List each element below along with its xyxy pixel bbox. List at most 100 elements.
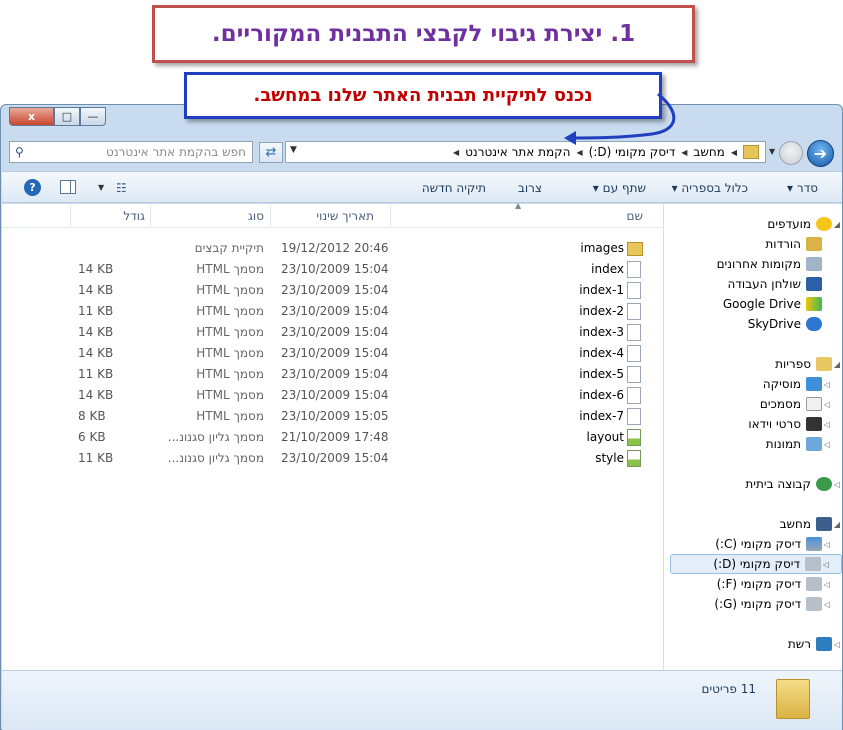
system-drive-icon bbox=[806, 537, 822, 551]
file-name: index-7 bbox=[579, 409, 624, 423]
expand-icon[interactable]: ◁ bbox=[822, 400, 832, 409]
maximize-button[interactable]: □ bbox=[54, 107, 80, 126]
nav-item-desktop[interactable]: שולחן העבודה bbox=[672, 274, 842, 294]
refresh-button[interactable]: ⇄ bbox=[259, 142, 283, 163]
file-row[interactable]: index-6 23/10/2009 15:04 מסמך HTML 14 KB bbox=[2, 385, 662, 406]
nav-computer[interactable]: ◢ מחשב bbox=[672, 514, 842, 534]
column-headers: שם ▲ תאריך שינוי סוג גודל bbox=[2, 201, 662, 228]
file-row[interactable]: index-3 23/10/2009 15:04 מסמך HTML 14 KB bbox=[2, 322, 662, 343]
nav-item-drive-g[interactable]: ◁ דיסק מקומי (G:) bbox=[672, 594, 842, 614]
burn-button[interactable]: צרוב bbox=[518, 181, 542, 195]
collapse-icon[interactable]: ◢ bbox=[832, 220, 842, 229]
nav-homegroup[interactable]: ◁ קבוצה ביתית bbox=[672, 474, 842, 494]
file-row[interactable]: index-1 23/10/2009 15:04 מסמך HTML 14 KB bbox=[2, 280, 662, 301]
file-row[interactable]: style 23/10/2009 15:04 מסמך גליון סגנונ.… bbox=[2, 448, 662, 469]
nav-item-drive-d[interactable]: ◁ דיסק מקומי (D:) bbox=[670, 554, 842, 574]
nav-item-recent-places[interactable]: מקומות אחרונים bbox=[672, 254, 842, 274]
file-date: 23/10/2009 15:04 bbox=[281, 346, 389, 360]
column-divider[interactable] bbox=[270, 206, 271, 226]
breadcrumb-separator-icon[interactable]: ◀ bbox=[453, 148, 459, 157]
column-divider[interactable] bbox=[70, 206, 71, 226]
expand-icon[interactable]: ◁ bbox=[821, 560, 831, 569]
close-button[interactable]: x bbox=[9, 107, 54, 126]
expand-icon[interactable]: ◁ bbox=[832, 480, 842, 489]
expand-icon[interactable]: ◁ bbox=[822, 600, 832, 609]
html-file-icon bbox=[627, 303, 641, 320]
organize-button[interactable]: סדר ▾ bbox=[787, 181, 818, 195]
help-icon[interactable]: ? bbox=[24, 179, 41, 196]
preview-pane-icon[interactable] bbox=[60, 180, 76, 194]
nav-network[interactable]: ◁ רשת bbox=[672, 634, 842, 654]
file-row[interactable]: images 19/12/2012 20:46 תיקיית קבצים bbox=[2, 238, 662, 259]
file-name: index-3 bbox=[579, 325, 624, 339]
nav-item-label: דיסק מקומי (F:) bbox=[716, 577, 801, 591]
minimize-button[interactable]: — bbox=[80, 107, 106, 126]
nav-item-label: סרטי וידאו bbox=[748, 417, 801, 431]
collapse-icon[interactable]: ◢ bbox=[832, 520, 842, 529]
back-button[interactable]: ➔ bbox=[807, 140, 834, 167]
nav-item-drive-f[interactable]: ◁ דיסק מקומי (F:) bbox=[672, 574, 842, 594]
nav-item-videos[interactable]: ◁ סרטי וידאו bbox=[672, 414, 842, 434]
file-row[interactable]: index-5 23/10/2009 15:04 מסמך HTML 11 KB bbox=[2, 364, 662, 385]
address-dropdown-icon[interactable]: ▼ bbox=[290, 145, 297, 155]
file-name: index bbox=[591, 262, 624, 276]
documents-icon bbox=[806, 397, 822, 411]
expand-icon[interactable]: ◁ bbox=[832, 640, 842, 649]
expand-icon[interactable]: ◁ bbox=[822, 420, 832, 429]
file-row[interactable]: index 23/10/2009 15:04 מסמך HTML 14 KB bbox=[2, 259, 662, 280]
view-options-icon[interactable]: ☷ bbox=[116, 181, 127, 195]
file-type: תיקיית קבצים bbox=[194, 241, 264, 255]
breadcrumb-computer[interactable]: מחשב bbox=[693, 145, 724, 159]
collapse-icon[interactable]: ◢ bbox=[832, 360, 842, 369]
share-with-label: שתף עם bbox=[602, 181, 646, 195]
homegroup-icon bbox=[816, 477, 832, 491]
details-pane: 11 פריטים bbox=[2, 670, 842, 730]
column-date-modified[interactable]: תאריך שינוי bbox=[316, 209, 374, 223]
include-library-button[interactable]: כלול בספריה ▾ bbox=[672, 181, 748, 195]
column-name[interactable]: שם bbox=[627, 209, 643, 223]
skydrive-cloud-icon bbox=[806, 317, 822, 331]
search-input[interactable]: ⚲ חפש בהקמת אתר אינטרנט bbox=[9, 141, 253, 163]
file-row[interactable]: index-4 23/10/2009 15:04 מסמך HTML 14 KB bbox=[2, 343, 662, 364]
google-drive-icon bbox=[806, 297, 822, 311]
command-bar: סדר ▾ כלול בספריה ▾ שתף עם ▾ צרוב תיקיה … bbox=[2, 171, 842, 203]
nav-favorites[interactable]: ◢ מועדפים bbox=[672, 214, 842, 234]
new-folder-button[interactable]: תיקיה חדשה bbox=[422, 181, 486, 195]
callout-arrow-icon bbox=[564, 92, 676, 145]
column-divider[interactable] bbox=[150, 206, 151, 226]
nav-item-label: שולחן העבודה bbox=[727, 277, 801, 291]
file-date: 23/10/2009 15:05 bbox=[281, 409, 389, 423]
file-row[interactable]: index-7 23/10/2009 15:05 מסמך HTML 8 KB bbox=[2, 406, 662, 427]
breadcrumb-separator-icon[interactable]: ◀ bbox=[731, 148, 737, 157]
expand-icon[interactable]: ◁ bbox=[822, 540, 832, 549]
column-type[interactable]: סוג bbox=[248, 209, 264, 223]
file-row[interactable]: layout 21/10/2009 17:48 מסמך גליון סגנונ… bbox=[2, 427, 662, 448]
expand-icon[interactable]: ◁ bbox=[822, 380, 832, 389]
share-with-button[interactable]: שתף עם ▾ bbox=[593, 181, 646, 195]
stylesheet-file-icon bbox=[627, 429, 641, 446]
column-size[interactable]: גודל bbox=[123, 209, 145, 223]
nav-libraries[interactable]: ◢ ספריות bbox=[672, 354, 842, 374]
history-dropdown-icon[interactable]: ▼ bbox=[769, 147, 775, 156]
nav-item-drive-c[interactable]: ◁ דיסק מקומי (C:) bbox=[672, 534, 842, 554]
column-divider[interactable] bbox=[390, 206, 391, 226]
nav-item-music[interactable]: ◁ מוסיקה bbox=[672, 374, 842, 394]
view-dropdown-icon[interactable]: ▼ bbox=[98, 183, 104, 192]
drive-icon bbox=[806, 577, 822, 591]
forward-button[interactable] bbox=[779, 141, 803, 165]
nav-item-google-drive[interactable]: Google Drive bbox=[672, 294, 842, 314]
file-type: מסמך HTML bbox=[196, 409, 264, 423]
address-bar[interactable]: ◀ מחשב ◀ דיסק מקומי (D:) ◀ הקמת אתר אינט… bbox=[285, 141, 766, 163]
nav-item-skydrive[interactable]: SkyDrive bbox=[672, 314, 842, 334]
nav-item-documents[interactable]: ◁ מסמכים bbox=[672, 394, 842, 414]
recent-places-icon bbox=[806, 257, 822, 271]
file-row[interactable]: index-2 23/10/2009 15:04 מסמך HTML 11 KB bbox=[2, 301, 662, 322]
nav-item-downloads[interactable]: הורדות bbox=[672, 234, 842, 254]
nav-item-label: מסמכים bbox=[759, 397, 801, 411]
nav-item-label: מקומות אחרונים bbox=[716, 257, 801, 271]
nav-item-pictures[interactable]: ◁ תמונות bbox=[672, 434, 842, 454]
file-date: 21/10/2009 17:48 bbox=[281, 430, 389, 444]
nav-libraries-label: ספריות bbox=[775, 357, 811, 371]
expand-icon[interactable]: ◁ bbox=[822, 580, 832, 589]
expand-icon[interactable]: ◁ bbox=[822, 440, 832, 449]
